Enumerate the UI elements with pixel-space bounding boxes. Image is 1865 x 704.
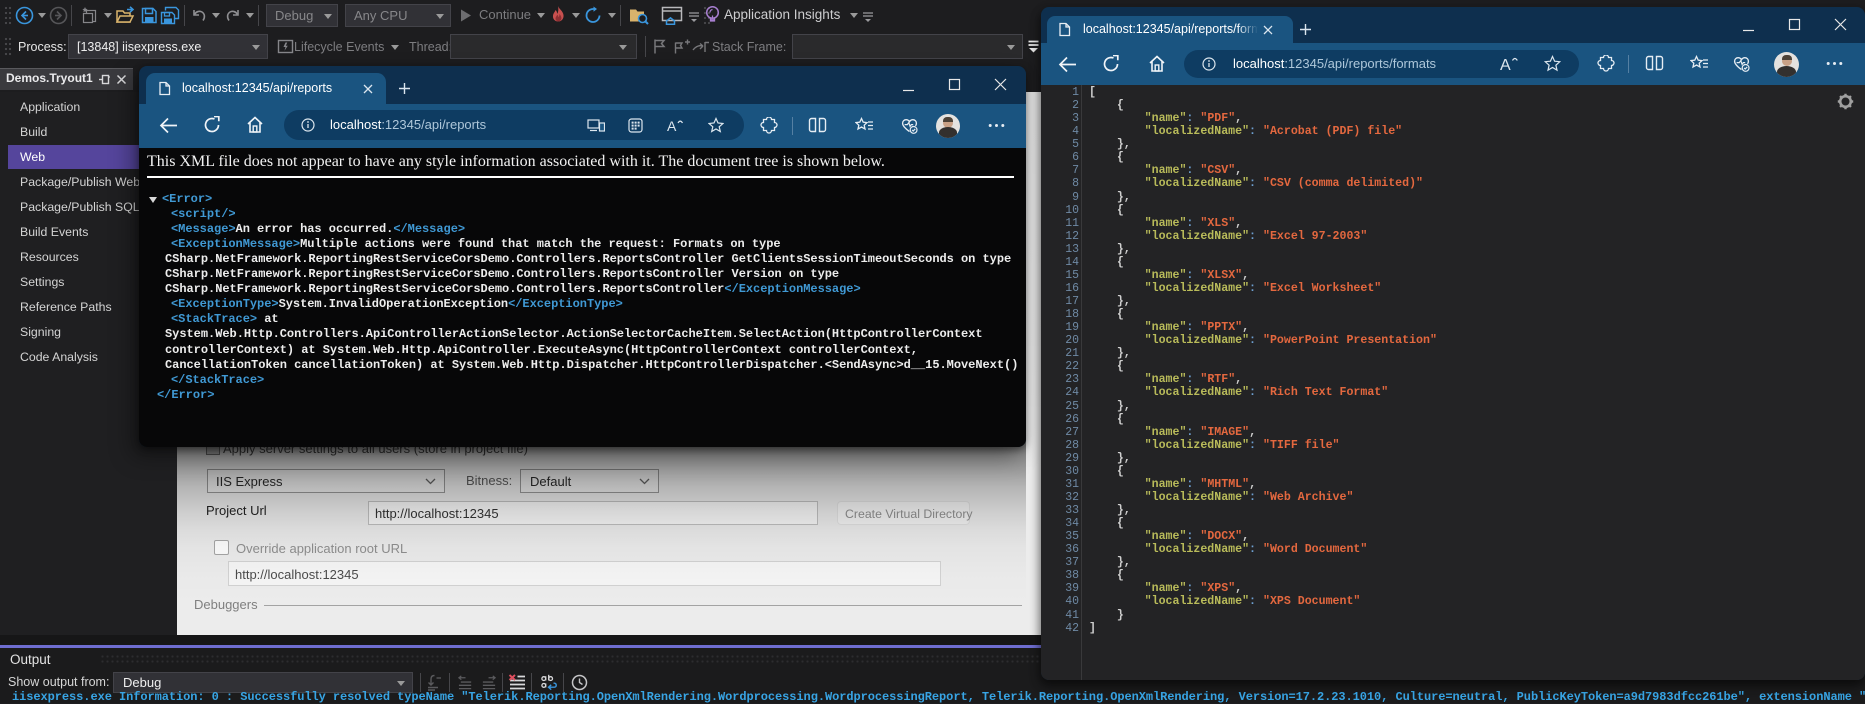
svg-text:A: A (1500, 57, 1511, 72)
svg-text:A: A (667, 118, 677, 133)
